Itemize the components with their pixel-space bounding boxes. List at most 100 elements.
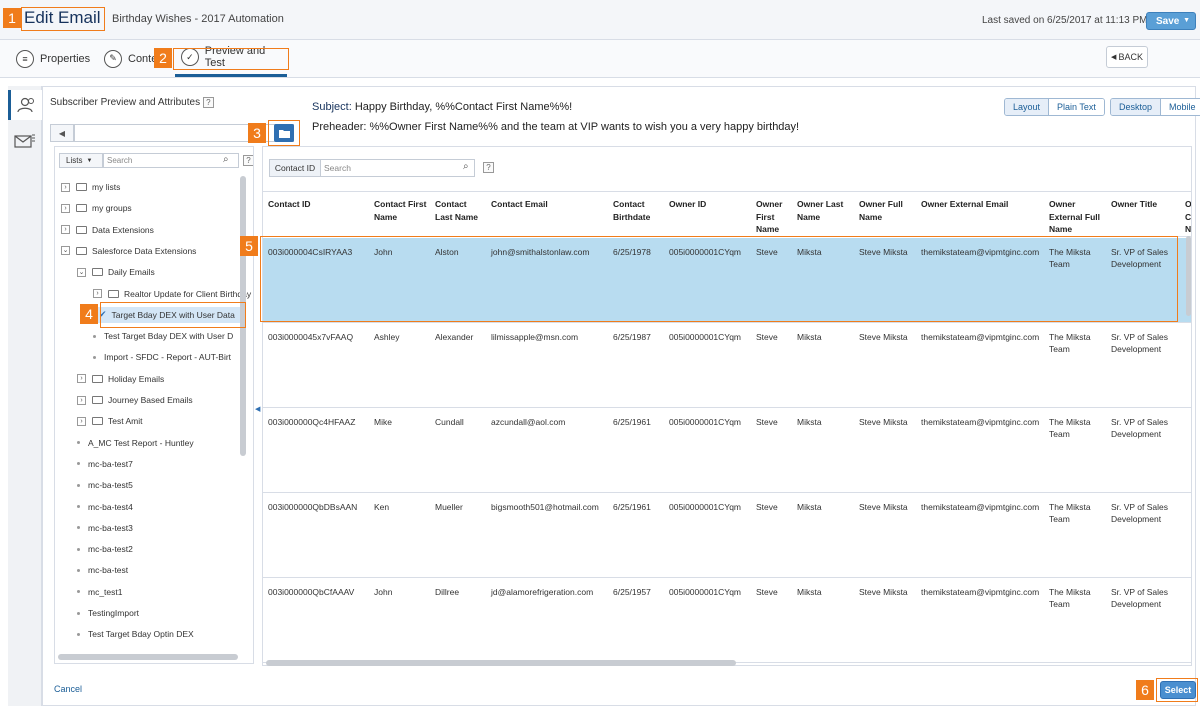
search-icon[interactable]: ⌕ [223, 154, 229, 165]
column-header[interactable]: Contact Birthdate [613, 198, 663, 223]
expand-icon[interactable]: › [61, 182, 70, 192]
column-header[interactable]: Owner ID [669, 198, 751, 211]
tree-search-input[interactable]: Search [103, 153, 239, 168]
table-cell: The Miksta Team [1049, 502, 1091, 524]
table-cell: The Miksta Team [1049, 417, 1091, 439]
back-button[interactable]: ◀ BACK [1106, 46, 1148, 68]
column-header[interactable]: Owner External Full Name [1049, 198, 1105, 236]
tree-node[interactable]: Test Target Bday DEX with User D [93, 328, 233, 344]
tree-node[interactable]: TestingImport [77, 605, 139, 621]
tree-node[interactable]: Test Target Bday Optin DEX [77, 626, 194, 642]
page-header: Edit Email Birthday Wishes - 2017 Automa… [0, 0, 1200, 40]
tree-scrollbar[interactable] [240, 176, 246, 456]
tree-node[interactable]: › my groups [61, 200, 132, 216]
table-cell: Alexander [435, 332, 474, 342]
field-selector[interactable]: Contact ID [269, 159, 321, 177]
tree-node[interactable]: › Data Extensions [61, 222, 154, 238]
chevron-left-icon: ◀ [1111, 54, 1117, 61]
column-header[interactable]: Contact Email [491, 198, 609, 211]
tree-node[interactable]: › Holiday Emails [77, 371, 164, 387]
grid-search-bar: Contact ID Search [269, 159, 475, 177]
tree-node-label: mc-ba-test7 [88, 458, 133, 469]
tree-horizontal-scrollbar[interactable] [58, 654, 238, 660]
column-header[interactable]: Contact First Name [374, 198, 429, 223]
tree-node[interactable]: › my lists [61, 179, 120, 195]
table-cell: azcundall@aol.com [491, 417, 566, 427]
grid-scrollbar[interactable] [1186, 236, 1191, 316]
table-row[interactable]: 003i0000045x7vFAAQ Ashley Alexander lilmiss… [263, 323, 1191, 408]
grid-header: Contact ID Contact First Name Contact Last… [263, 191, 1191, 237]
tree-node[interactable]: ⌄ Salesforce Data Extensions [61, 243, 196, 259]
table-row[interactable]: 003i000004CsIRYAA3 John Alston john@smithal… [263, 238, 1191, 323]
expand-icon[interactable]: › [77, 416, 86, 426]
lists-dropdown[interactable]: Lists ▼ [59, 153, 103, 168]
tree-node[interactable]: ⌄ Daily Emails [77, 264, 155, 280]
expand-icon[interactable]: › [61, 203, 70, 213]
column-header[interactable]: Contact Last Name [435, 198, 485, 223]
save-button[interactable]: Save ▼ [1146, 12, 1196, 30]
tree-node[interactable]: ✔ Target Bday DEX with User Data [93, 306, 243, 323]
bullet-icon [77, 632, 80, 636]
collapse-icon[interactable]: ⌄ [61, 246, 70, 256]
collapse-panel-icon[interactable]: ◀ [255, 405, 260, 413]
list-tree-panel: Lists ▼ Search ⌕ ? › my lists › my groups › D… [54, 146, 254, 664]
tree-node[interactable]: mc-ba-test4 [77, 499, 133, 515]
layout-toggle[interactable]: Layout [1005, 99, 1049, 115]
grid-search-input[interactable]: Search [321, 159, 475, 177]
expand-icon[interactable]: › [77, 395, 86, 405]
tree-node[interactable]: mc-ba-test2 [77, 541, 133, 557]
column-header[interactable]: Contact ID [268, 198, 368, 211]
cancel-link[interactable]: Cancel [54, 684, 82, 694]
table-cell: 6/25/1978 [613, 247, 651, 257]
expand-icon[interactable]: › [93, 289, 102, 298]
tree-node[interactable]: › Realtor Update for Client Birthday [93, 286, 251, 302]
table-row[interactable]: 003i000000QbDBsAAN Ken Mueller bigsmooth501… [263, 493, 1191, 578]
tree-node-label: my lists [92, 182, 121, 192]
tree-node[interactable]: › Journey Based Emails [77, 392, 193, 408]
tree-node[interactable]: Import - SFDC - Report - AUT-Birt [93, 349, 231, 365]
expand-icon[interactable]: › [77, 374, 86, 384]
bullet-icon [77, 611, 80, 615]
chevron-down-icon: ▼ [86, 157, 93, 164]
table-row[interactable]: 003i000000QbCfAAAV John Dillree jd@alamoref… [263, 578, 1191, 663]
desktop-toggle[interactable]: Desktop [1111, 99, 1161, 115]
select-button[interactable]: Select [1160, 681, 1196, 699]
tree-node[interactable]: A_MC Test Report - Huntley [77, 435, 194, 451]
plain-text-toggle[interactable]: Plain Text [1048, 99, 1104, 115]
tab-preview-and-test[interactable]: ✓ Preview and Test [175, 40, 287, 77]
column-header[interactable]: Owner Last Name [797, 198, 853, 223]
help-icon[interactable]: ? [202, 97, 214, 108]
table-cell: Steve Miksta [859, 417, 908, 427]
help-icon[interactable]: ? [483, 162, 494, 173]
email-test-icon[interactable] [8, 126, 42, 156]
column-header[interactable]: Owner First Name [756, 198, 792, 236]
collapse-icon[interactable]: ⌄ [77, 267, 86, 277]
tab-properties[interactable]: ≡ Properties [16, 40, 90, 77]
search-icon[interactable]: ⌕ [463, 161, 469, 172]
tree-node[interactable]: mc-ba-test3 [77, 520, 133, 536]
chevron-down-icon[interactable]: ▼ [1183, 17, 1190, 24]
tree-node[interactable]: mc_test1 [77, 584, 123, 600]
grid-horizontal-scrollbar[interactable] [266, 660, 736, 666]
chevron-left-icon[interactable]: ◀ [50, 124, 74, 142]
lists-dropdown-label: Lists [66, 156, 83, 165]
subject-value: Happy Birthday, %%Contact First Name%%! [354, 101, 573, 113]
tree-node[interactable]: mc-ba-test7 [77, 456, 133, 472]
table-cell: 6/25/1961 [613, 417, 651, 427]
tree-node-label: mc-ba-test4 [88, 501, 133, 512]
column-header[interactable]: O C N [1185, 198, 1191, 236]
tree-node[interactable]: mc-ba-test [77, 562, 128, 578]
column-header[interactable]: Owner Title [1111, 198, 1181, 211]
folder-icon[interactable] [274, 124, 294, 142]
mobile-toggle[interactable]: Mobile [1160, 99, 1200, 115]
tree-node[interactable]: mc-ba-test5 [77, 477, 133, 493]
table-row[interactable]: 003i000000Qc4HFAAZ Mike Cundall azcundall@a… [263, 408, 1191, 493]
expand-icon[interactable]: › [61, 225, 70, 235]
column-header[interactable]: Owner External Email [921, 198, 1045, 211]
tree-node[interactable]: › Test Amit [77, 413, 142, 429]
help-icon[interactable]: ? [243, 155, 253, 166]
annotation-marker-6: 6 [1136, 680, 1154, 700]
subscriber-icon[interactable] [8, 90, 42, 120]
tab-content[interactable]: ✎ Conte [104, 40, 157, 77]
column-header[interactable]: Owner Full Name [859, 198, 915, 223]
